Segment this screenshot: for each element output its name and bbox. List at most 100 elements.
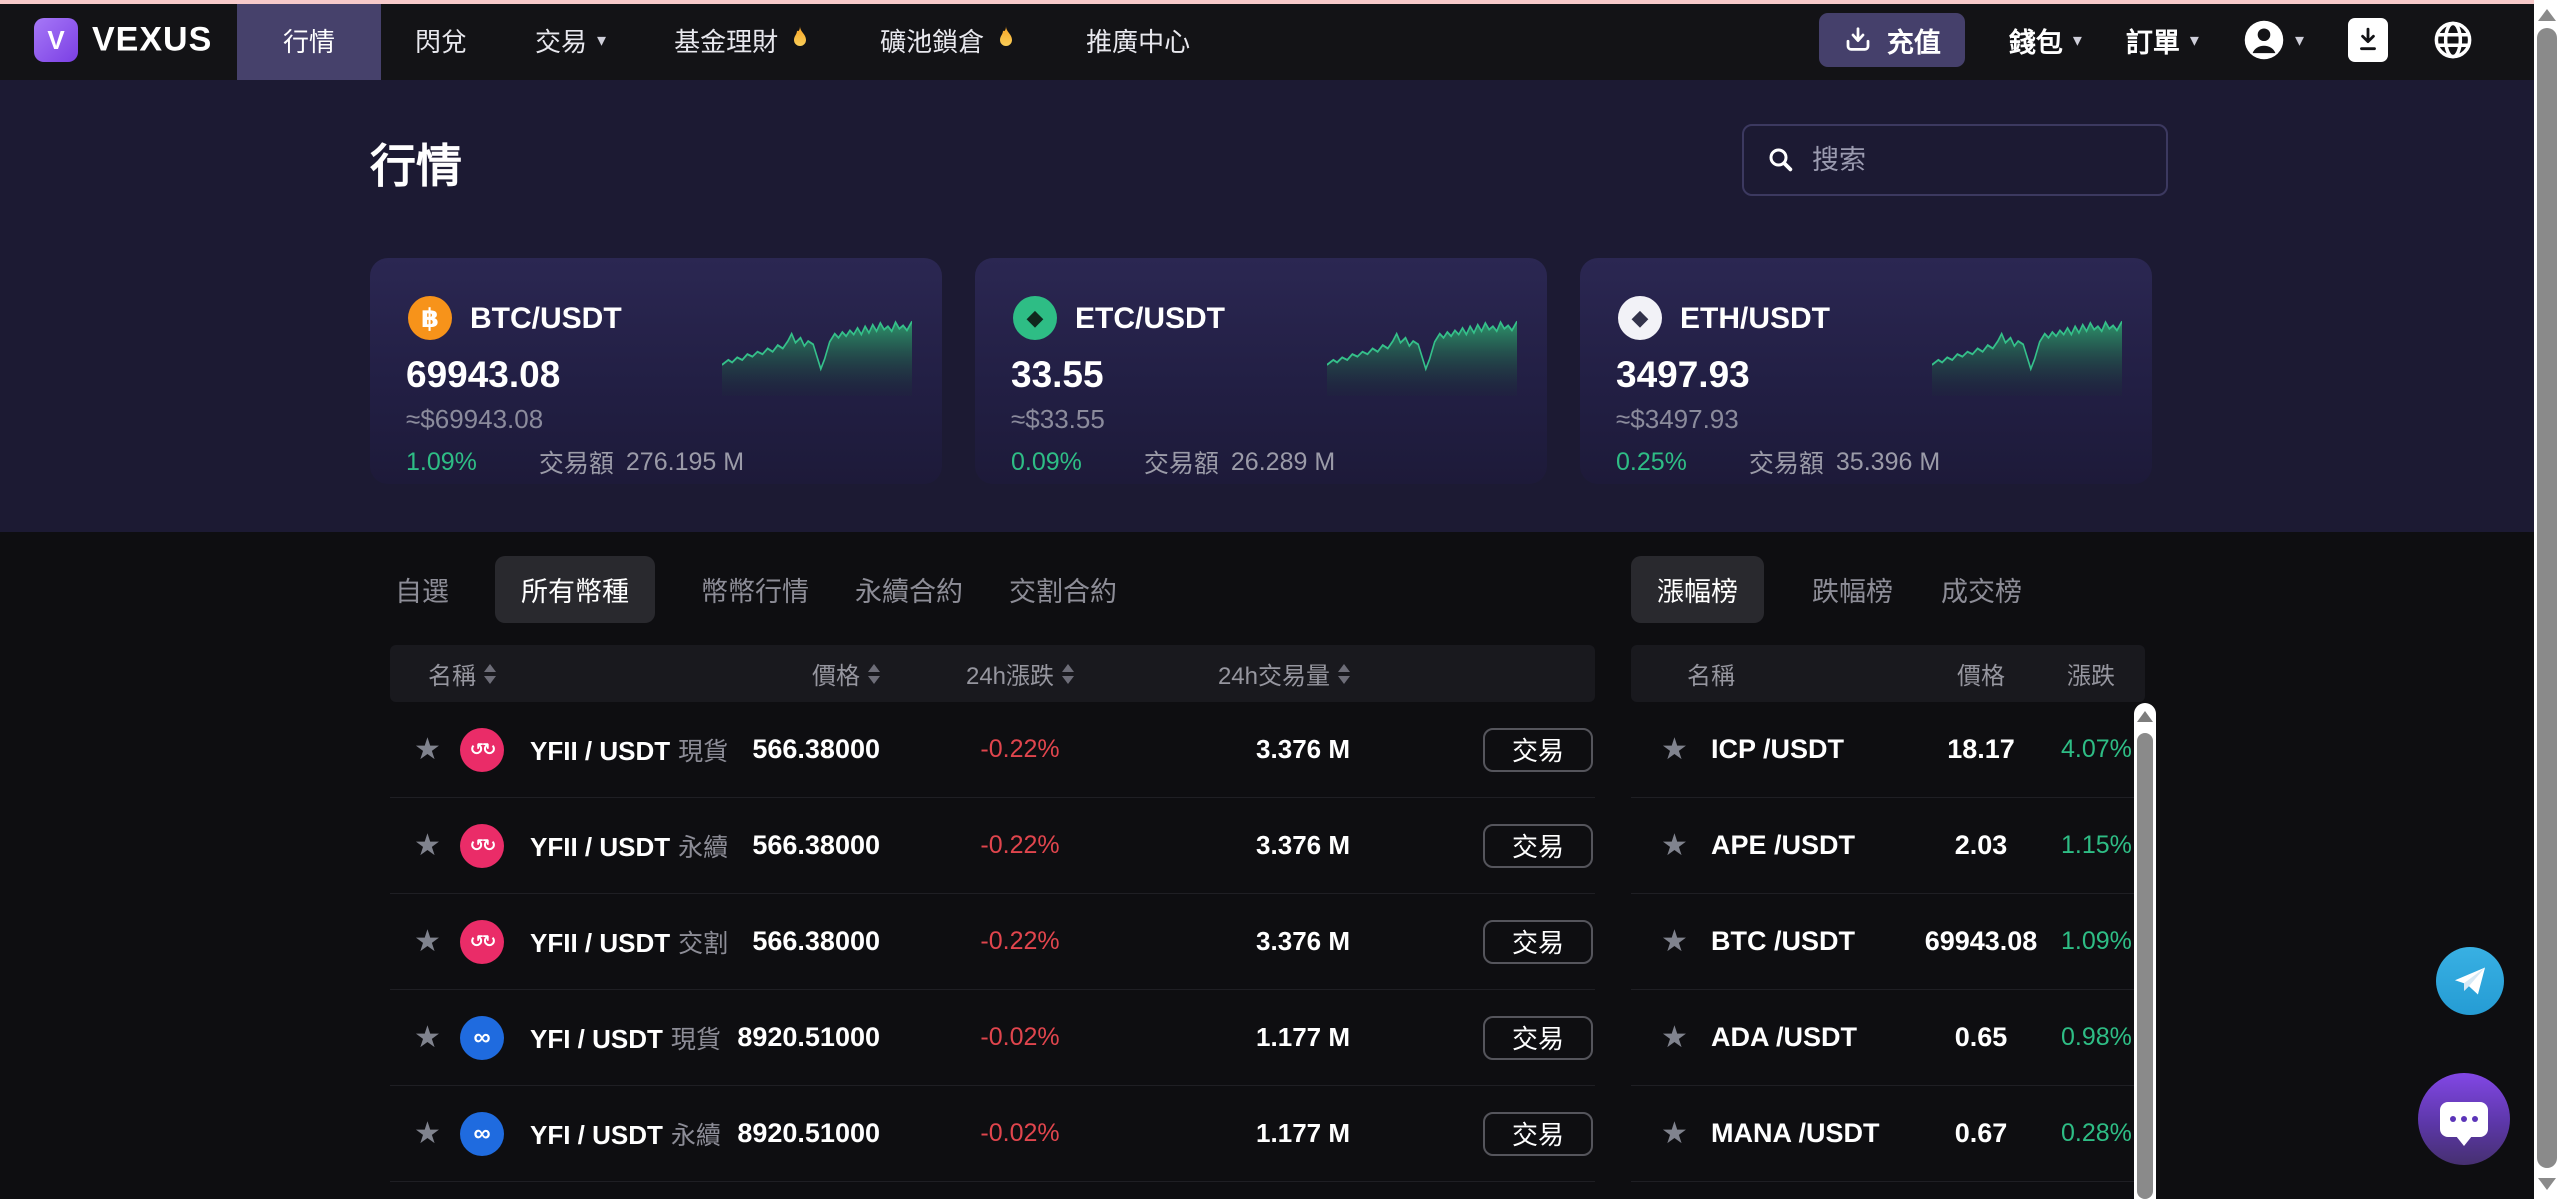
chat-bubble-icon [2440, 1102, 2488, 1137]
pair-label: APE /USDT [1711, 830, 1901, 861]
price-value: 3497.93 [1616, 354, 1750, 396]
account-menu[interactable]: ▾ [2243, 19, 2304, 61]
list-item[interactable]: ★ BTC /USDT 69943.08 1.09% [1631, 894, 2145, 990]
nav-item-swap[interactable]: 閃兌 [381, 0, 501, 80]
list-item[interactable]: ★ APE /USDT 2.03 1.15% [1631, 798, 2145, 894]
volume-value: 35.396 M [1836, 448, 1940, 477]
favorite-star-icon[interactable]: ★ [1661, 1020, 1711, 1055]
brand-name: VEXUS [92, 21, 212, 60]
favorite-star-icon[interactable]: ★ [1661, 1116, 1711, 1151]
hero-section: 行情 ฿ BTC/USDT 69943.08 ≈$69943.08 1.09% … [0, 80, 2560, 532]
tab-delivery[interactable]: 交割合約 [1009, 570, 1117, 609]
nav-item-funds[interactable]: 基金理財 [640, 0, 846, 80]
live-chat-button[interactable] [2418, 1073, 2510, 1165]
ticker-card-btc[interactable]: ฿ BTC/USDT 69943.08 ≈$69943.08 1.09% 交易額… [370, 258, 942, 484]
scroll-up-arrow-icon[interactable] [2137, 711, 2153, 722]
pair-label: BTC/USDT [470, 302, 622, 336]
scroll-up-arrow-icon[interactable] [2538, 9, 2556, 21]
nav-item-markets[interactable]: 行情 [237, 0, 381, 80]
telegram-button[interactable] [2436, 947, 2504, 1015]
page-scrollbar[interactable] [2534, 0, 2560, 1199]
approx-usd-value: ≈$33.55 [1011, 404, 1105, 435]
list-item[interactable]: ★ ICP /USDT 18.17 4.07% [1631, 702, 2145, 798]
ethereum-icon: ◆ [1618, 296, 1662, 340]
gainers-table: 名稱 價格 漲跌 ★ ICP /USDT 18.17 4.07% ★ APE /… [1631, 645, 2145, 1182]
orders-menu[interactable]: 訂單 ▾ [2126, 21, 2199, 60]
tab-losers[interactable]: 跌幅榜 [1812, 570, 1893, 609]
market-tabs: 自選 所有幣種 幣幣行情 永續合約 交割合約 [395, 556, 1117, 623]
sort-icon [868, 664, 880, 684]
pair-label: YFII / USDT永續 [530, 828, 750, 864]
rank-tabs: 漲幅榜 跌幅榜 成交榜 [1631, 556, 2022, 623]
volume-label: 交易額 [1144, 444, 1219, 480]
deposit-button[interactable]: 充值 [1819, 13, 1965, 67]
scrollbar-thumb[interactable] [2137, 733, 2153, 1199]
yfii-coin-icon: ↺↻ [460, 824, 504, 868]
yfii-coin-icon: ↺↻ [460, 920, 504, 964]
wallet-menu[interactable]: 錢包 ▾ [2009, 21, 2082, 60]
app-window: V VEXUS 行情 閃兌 交易 ▾ 基金理財 礦池鎖倉 推廣中心 [0, 0, 2560, 1199]
price-value: 69943.08 [1925, 926, 2038, 957]
nav-item-promotion[interactable]: 推廣中心 [1052, 0, 1224, 80]
trade-button[interactable]: 交易 [1483, 824, 1593, 868]
favorite-star-icon[interactable]: ★ [1661, 732, 1711, 767]
trade-button[interactable]: 交易 [1483, 920, 1593, 964]
change-percent: -0.22% [980, 831, 1059, 860]
language-button[interactable] [2432, 19, 2474, 61]
tab-all-coins[interactable]: 所有幣種 [495, 556, 655, 623]
price-value: 69943.08 [406, 354, 560, 396]
tab-perpetual[interactable]: 永續合約 [855, 570, 963, 609]
price-value: 18.17 [1947, 734, 2015, 765]
header-24h-volume[interactable]: 24h交易量 [1218, 656, 1350, 691]
volume-value: 3.376 M [1256, 830, 1350, 861]
favorite-star-icon[interactable]: ★ [414, 828, 460, 863]
page-title: 行情 [370, 130, 462, 196]
list-item[interactable]: ★ MANA /USDT 0.67 0.28% [1631, 1086, 2145, 1182]
tab-volume[interactable]: 成交榜 [1941, 570, 2022, 609]
sort-icon [1338, 664, 1350, 684]
search-box[interactable] [1742, 124, 2168, 196]
favorite-star-icon[interactable]: ★ [414, 1020, 460, 1055]
yfi-coin-icon: ∞ [460, 1112, 504, 1156]
header-24h-change[interactable]: 24h漲跌 [966, 656, 1074, 691]
header-price: 價格 [1957, 656, 2005, 691]
scroll-down-arrow-icon[interactable] [2538, 1178, 2556, 1190]
tab-gainers[interactable]: 漲幅榜 [1631, 556, 1764, 623]
pair-label: ETH/USDT [1680, 302, 1830, 336]
nav-item-mining[interactable]: 礦池鎖倉 [846, 0, 1052, 80]
brand-logo-icon[interactable]: V [34, 18, 78, 62]
table-row: ★ ↺↻ YFII / USDT永續 566.38000 -0.22% 3.37… [390, 798, 1595, 894]
scrollbar-thumb[interactable] [2537, 28, 2557, 1168]
sparkline-chart [722, 314, 912, 396]
change-percent: 1.09% [406, 448, 477, 477]
price-value: 8920.51000 [737, 1022, 880, 1053]
download-app-icon [2348, 18, 2388, 62]
change-percent: -0.22% [980, 735, 1059, 764]
header-name[interactable]: 名稱 [414, 656, 750, 691]
favorite-star-icon[interactable]: ★ [1661, 828, 1711, 863]
list-item[interactable]: ★ ADA /USDT 0.65 0.98% [1631, 990, 2145, 1086]
ticker-card-eth[interactable]: ◆ ETH/USDT 3497.93 ≈$3497.93 0.25% 交易額 3… [1580, 258, 2152, 484]
table-row: ★ ↺↻ YFII / USDT現貨 566.38000 -0.22% 3.37… [390, 702, 1595, 798]
table-row: ★ ∞ YFI / USDT永續 8920.51000 -0.02% 1.177… [390, 1086, 1595, 1182]
market-table-header: 名稱 價格 24h漲跌 24h交易量 [390, 645, 1595, 702]
header-price[interactable]: 價格 [812, 656, 880, 691]
tab-spot-markets[interactable]: 幣幣行情 [701, 570, 809, 609]
app-download-button[interactable] [2348, 18, 2388, 62]
price-value: 0.65 [1955, 1022, 2008, 1053]
trade-button[interactable]: 交易 [1483, 1016, 1593, 1060]
favorite-star-icon[interactable]: ★ [414, 1116, 460, 1151]
trade-button[interactable]: 交易 [1483, 1112, 1593, 1156]
favorite-star-icon[interactable]: ★ [414, 924, 460, 959]
price-value: 566.38000 [752, 830, 880, 861]
pair-label: MANA /USDT [1711, 1118, 1901, 1149]
trade-button[interactable]: 交易 [1483, 728, 1593, 772]
ticker-card-etc[interactable]: ◆ ETC/USDT 33.55 ≈$33.55 0.09% 交易額 26.28… [975, 258, 1547, 484]
table-scrollbar[interactable] [2134, 703, 2156, 1199]
approx-usd-value: ≈$69943.08 [406, 404, 543, 435]
favorite-star-icon[interactable]: ★ [1661, 924, 1711, 959]
search-input[interactable] [1812, 145, 2132, 176]
favorite-star-icon[interactable]: ★ [414, 732, 460, 767]
nav-item-trade[interactable]: 交易 ▾ [501, 0, 640, 80]
tab-favorites[interactable]: 自選 [395, 570, 449, 609]
